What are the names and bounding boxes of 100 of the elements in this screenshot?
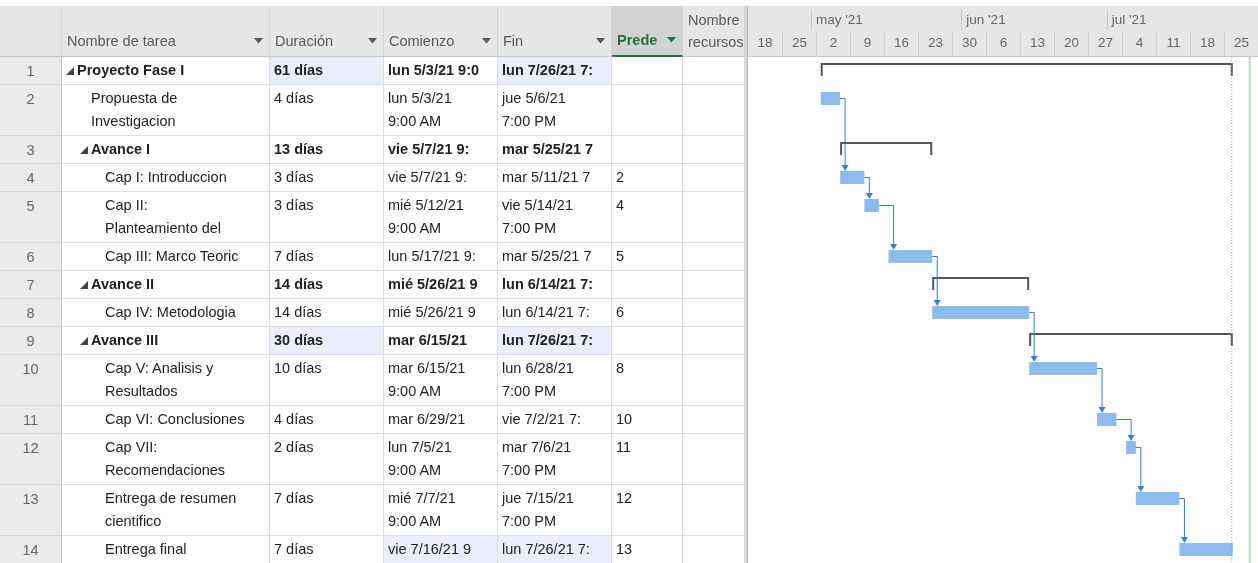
table-cell: mar 6/29/21 [384,406,498,434]
month-label: jul '21 [1106,10,1147,30]
week-label: 4 [1122,32,1156,56]
task-name: Proyecto Fase I [77,61,185,80]
table-cell: 5 [612,243,683,271]
dropdown-caret-icon[interactable] [667,37,676,43]
table-cell: lun 7/26/21 7: [498,327,612,355]
column-header[interactable]: Comienzo [384,6,498,57]
week-label: 18 [756,34,774,52]
table-cell: lun 7/26/21 7: [498,57,612,85]
column-header[interactable]: Nombre recursos [683,6,745,57]
table-cell: 10 días [270,355,384,406]
row-number: 13 [0,485,62,536]
row-number: 7 [0,271,62,299]
table-cell: 10 [612,406,683,434]
column-header[interactable]: Nombre de tarea [62,6,270,57]
row-number: 2 [0,85,62,136]
dropdown-caret-icon[interactable] [596,38,605,44]
table-cell: 7 días [270,485,384,536]
table-cell: 3 días [270,164,384,192]
task-name: Entrega de resumen cientifico [105,489,237,531]
table-cell: 3 días [270,192,384,243]
task-name: Avance I [91,140,151,159]
dependency-arrow [931,256,941,306]
table-cell: lun 6/14/21 7: [498,271,612,299]
row-number: 14 [0,536,62,563]
table-cell: 14 días [270,271,384,299]
summary-bar[interactable] [932,277,1030,291]
table-cell: vie 5/7/21 9: [384,164,498,192]
task-name: Cap I: Introduccion [105,168,227,187]
table-cell: vie 7/2/21 7: [498,406,612,434]
week-label: 9 [850,32,884,56]
outline-toggle-icon[interactable] [80,145,88,154]
table-cell: 12 [612,485,683,536]
table-cell: vie 7/16/21 9 [384,536,498,563]
table-cell: 61 días [270,57,384,85]
table-cell: 7 días [270,243,384,271]
week-label: 16 [884,32,918,56]
task-name: Entrega final [105,540,187,559]
table-cell: 13 días [270,136,384,164]
dropdown-caret-icon[interactable] [368,38,377,44]
table-cell: 2 días [270,434,384,485]
table-cell: mar 5/11/21 7 [498,164,612,192]
column-header[interactable]: Fin [498,6,612,57]
dependency-arrow [1115,419,1135,441]
table-cell: 30 días [270,327,384,355]
row-number: 3 [0,136,62,164]
row-number: 9 [0,327,62,355]
table-cell: mié 5/26/21 9 [384,271,498,299]
table-cell: 4 días [270,406,384,434]
week-label: 18 [1190,32,1224,56]
row-number: 8 [0,299,62,327]
summary-bar[interactable] [820,63,1233,77]
row-number: 11 [0,406,62,434]
row-number: 6 [0,243,62,271]
task-name: Cap VI: Conclusiones [105,410,245,429]
table-cell: 4 días [270,85,384,136]
month-label: may '21 [811,10,863,30]
week-label: 13 [1020,32,1054,56]
row-number: 10 [0,355,62,406]
week-label: 2 [816,32,850,56]
row-number: 12 [0,434,62,485]
outline-toggle-icon[interactable] [80,336,88,345]
dependency-arrow [1135,447,1145,492]
month-label: jun '21 [961,10,1006,30]
table-cell: 8 [612,355,683,406]
dependency-arrow [878,205,898,250]
outline-toggle-icon[interactable] [80,280,88,289]
summary-bar[interactable] [840,142,933,156]
week-label: 25 [1224,32,1258,56]
dependency-arrow [863,177,873,199]
week-label: 27 [1088,32,1122,56]
table-cell: mar 6/15/21 [384,327,498,355]
table-cell: mar 5/25/21 7 [498,243,612,271]
row-number: 5 [0,192,62,243]
task-name: Propuesta de Investigacion [91,89,178,131]
table-cell: lun 5/3/21 9:0 [384,57,498,85]
dropdown-caret-icon[interactable] [254,38,263,44]
task-name: Cap III: Marco Teoric [105,247,239,266]
column-header[interactable]: Duración [270,6,384,57]
week-label: 30 [952,32,986,56]
table-cell: lun 7/26/21 7: [498,536,612,563]
summary-bar[interactable] [1029,333,1233,347]
table-cell: mié 5/26/21 9 [384,299,498,327]
task-name: Avance II [91,275,155,294]
outline-toggle-icon[interactable] [66,66,74,75]
table-cell: lun 6/14/21 7: [498,299,612,327]
dependency-arrow [1028,312,1038,362]
week-label: 25 [782,32,816,56]
week-label: 6 [986,32,1020,56]
dropdown-caret-icon[interactable] [482,38,491,44]
task-name: Avance III [91,331,159,350]
task-name: Cap V: Analisis y Resultados [105,359,214,401]
row-number: 4 [0,164,62,192]
task-name: Cap II: Planteamiento del [105,196,222,238]
column-header[interactable]: Prede [612,6,683,57]
table-cell: 14 días [270,299,384,327]
dependency-arrow [1096,368,1106,413]
row-number: 1 [0,57,62,85]
dependency-arrow [1178,498,1188,543]
